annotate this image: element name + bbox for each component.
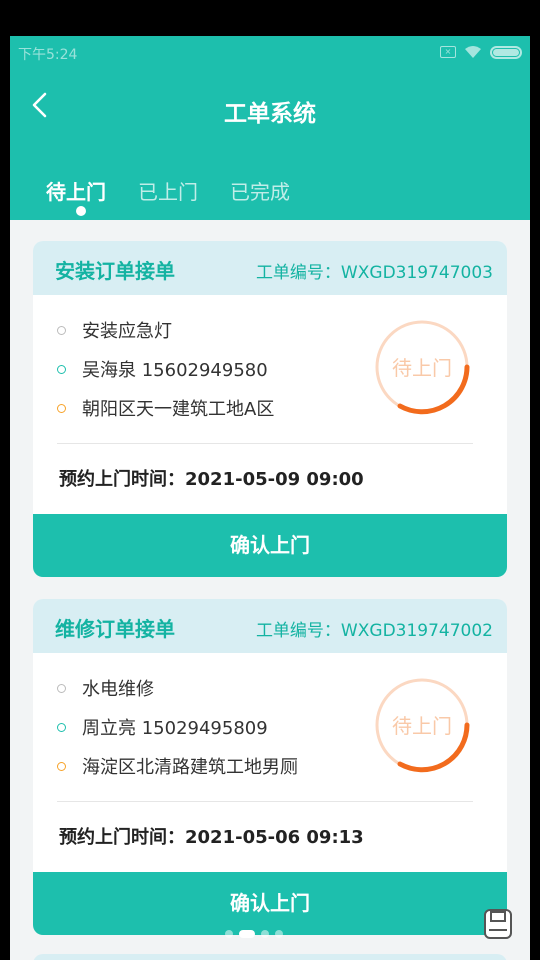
order-contact: 吴海泉 15602949580: [82, 360, 268, 381]
order-address: 海淀区北清路建筑工地男厕: [82, 757, 298, 778]
status-stamp: 待上门: [373, 318, 471, 416]
order-card: 维修订单接单 工单编号：WXGD319747002 水电维修 周立亮 15029…: [33, 599, 507, 935]
order-card-body: 水电维修 周立亮 15029495809 海淀区北清路建筑工地男厕 待上门 预约…: [33, 653, 507, 872]
order-card-header: 安装订单接单 工单编号：WXGD319747003: [33, 241, 507, 295]
tab-pending[interactable]: 待上门: [46, 176, 106, 205]
order-number: 工单编号：WXGD319747002: [255, 621, 493, 641]
screen-top-bar: [0, 0, 540, 36]
order-card-body: 安装应急灯 吴海泉 15602949580 朝阳区天一建筑工地A区 待上门 预约…: [33, 295, 507, 514]
orange-dot-icon: [57, 403, 66, 413]
next-order-card-peek: [33, 954, 507, 960]
status-stamp: 待上门: [373, 676, 471, 774]
status-icons: ×: [440, 45, 522, 59]
order-contact-row: 周立亮 15029495809: [57, 714, 268, 740]
order-type-title: 安装订单接单: [55, 259, 175, 283]
order-number: 工单编号：WXGD319747003: [255, 263, 493, 283]
battery-icon: [490, 45, 522, 59]
page-dot: [261, 930, 269, 938]
order-type-title: 维修订单接单: [55, 617, 175, 641]
confirm-visit-button[interactable]: 确认上门: [33, 514, 507, 577]
appointment-time: 预约上门时间：2021-05-09 09:00: [59, 469, 364, 490]
stamp-text: 待上门: [392, 714, 452, 738]
confirm-visit-button[interactable]: 确认上门: [33, 872, 507, 935]
order-card: 安装订单接单 工单编号：WXGD319747003 安装应急灯 吴海泉 1560…: [33, 241, 507, 577]
page-dot: [275, 930, 283, 938]
order-address-row: 朝阳区天一建筑工地A区: [57, 395, 274, 421]
order-address-row: 海淀区北清路建筑工地男厕: [57, 753, 298, 779]
page-dot: [225, 930, 233, 938]
grey-dot-icon: [57, 683, 66, 693]
order-item: 水电维修: [82, 679, 154, 700]
save-icon[interactable]: [483, 908, 513, 940]
order-item: 安装应急灯: [82, 321, 172, 342]
tab-visited[interactable]: 已上门: [138, 176, 198, 205]
wifi-icon: [465, 46, 481, 58]
grey-dot-icon: [57, 325, 66, 335]
green-dot-icon: [57, 364, 66, 374]
order-contact-row: 吴海泉 15602949580: [57, 356, 268, 382]
order-card-header: 维修订单接单 工单编号：WXGD319747002: [33, 599, 507, 653]
order-item-row: 水电维修: [57, 675, 154, 701]
appointment-time: 预约上门时间：2021-05-06 09:13: [59, 827, 364, 848]
orange-dot-icon: [57, 761, 66, 771]
green-dot-icon: [57, 722, 66, 732]
order-item-row: 安装应急灯: [57, 317, 172, 343]
app-header: 下午5:24 × 工单系统 待上门 已上门 已完成: [10, 36, 530, 220]
status-time: 下午5:24: [18, 47, 78, 63]
page-indicator: [225, 930, 283, 938]
order-contact: 周立亮 15029495809: [82, 718, 268, 739]
status-bar: 下午5:24 ×: [10, 36, 530, 72]
divider: [57, 801, 473, 802]
page-dot-active: [239, 930, 255, 938]
tab-bar: 待上门 已上门 已完成: [46, 176, 290, 216]
stamp-text: 待上门: [392, 356, 452, 380]
page-title: 工单系统: [224, 101, 316, 127]
order-list[interactable]: 安装订单接单 工单编号：WXGD319747003 安装应急灯 吴海泉 1560…: [10, 220, 530, 960]
active-tab-indicator: [76, 206, 86, 216]
tab-completed[interactable]: 已完成: [230, 176, 290, 205]
sim-icon: ×: [440, 46, 456, 58]
order-address: 朝阳区天一建筑工地A区: [82, 399, 275, 420]
divider: [57, 443, 473, 444]
